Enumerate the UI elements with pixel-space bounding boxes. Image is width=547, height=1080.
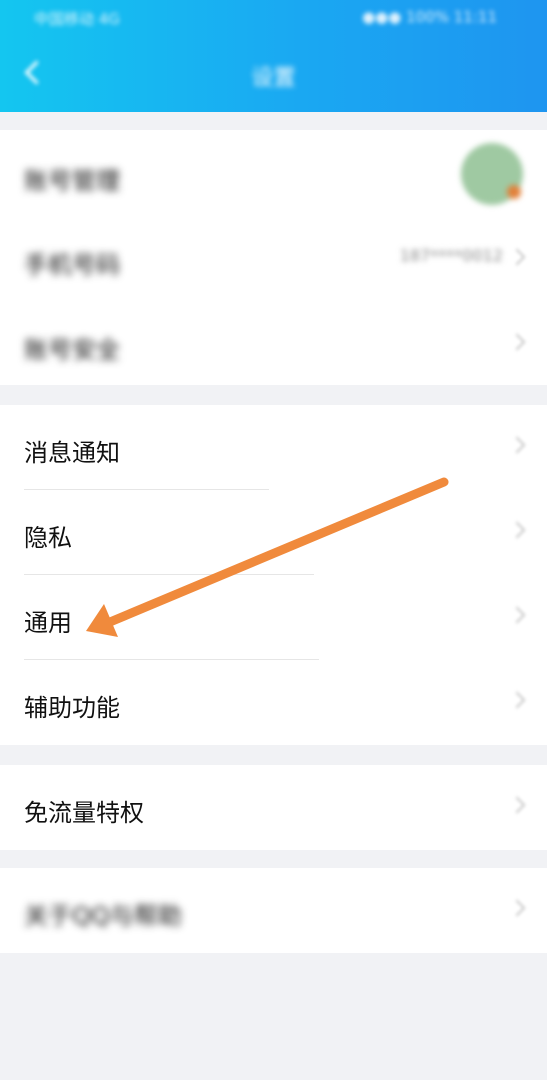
chevron-right-icon [508,521,526,539]
settings-row-general[interactable]: 通用 [0,575,547,660]
phone-value: 187****0012 [399,246,503,265]
row-label: 辅助功能 [24,694,120,722]
settings-row-notifications[interactable]: 消息通知 [0,405,547,490]
settings-row-accessibility[interactable]: 辅助功能 [0,660,547,745]
row-label: 消息通知 [24,439,120,467]
settings-row-about[interactable]: 关于QQ与帮助 [0,868,547,953]
chevron-right-icon [508,796,526,814]
chevron-right-icon [508,691,526,709]
avatar[interactable] [461,143,523,205]
status-right-text: ●●● 100% 11:11 [362,8,497,26]
page-title: 设置 [251,66,296,91]
chevron-right-icon [508,333,526,351]
row-label: 账号安全 [24,336,120,364]
settings-row-security[interactable]: 账号安全 [0,302,547,387]
status-bar: 中国移动 4G ●●● 100% 11:11 [0,8,547,30]
settings-row-free-traffic[interactable]: 免流量特权 [0,765,547,850]
row-label: 手机号码 [24,251,120,279]
header-bar: 中国移动 4G ●●● 100% 11:11 设置 [0,0,547,112]
carrier-text: 中国移动 4G [34,10,120,28]
row-label: 关于QQ与帮助 [24,902,182,930]
chevron-right-icon [508,248,526,266]
row-label: 账号管理 [24,167,120,195]
settings-row-privacy[interactable]: 隐私 [0,490,547,575]
row-label: 通用 [24,609,72,637]
chevron-right-icon [508,899,526,917]
chevron-right-icon [508,606,526,624]
chevron-right-icon [508,436,526,454]
row-label: 免流量特权 [24,799,144,827]
row-label: 隐私 [24,524,72,552]
